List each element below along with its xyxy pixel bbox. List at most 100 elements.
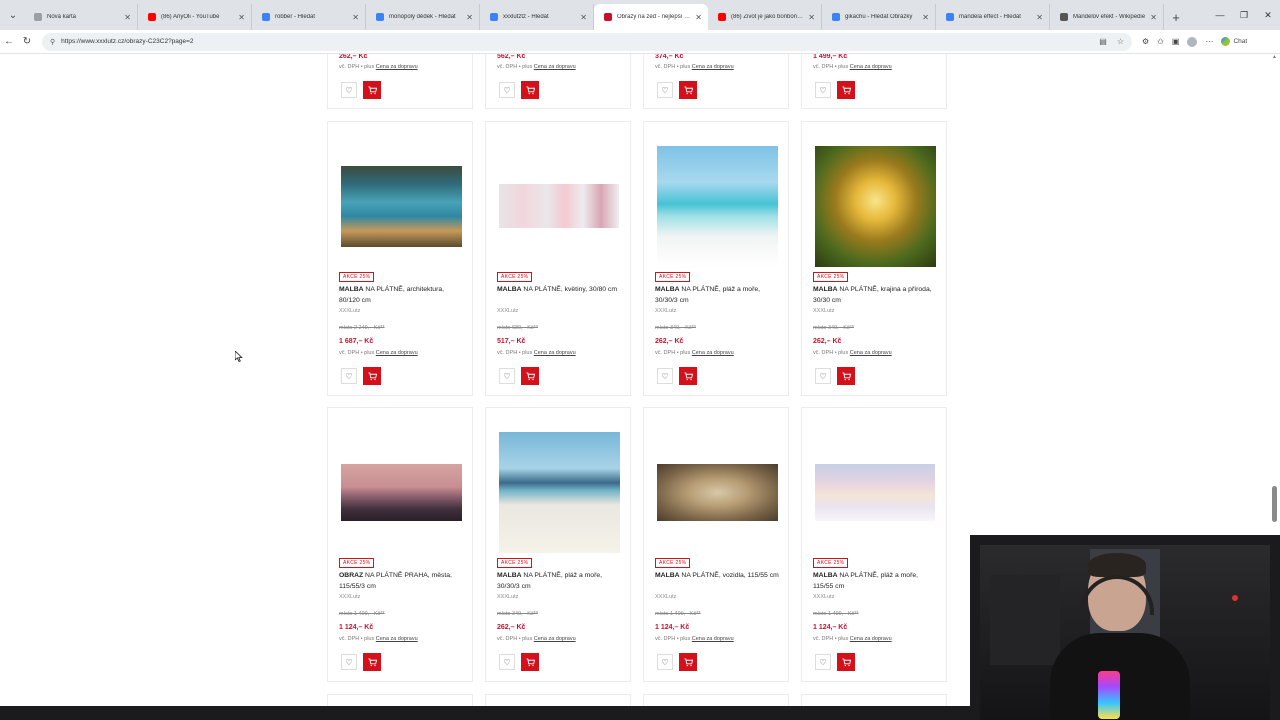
wishlist-button[interactable]: ♡ [657, 654, 673, 670]
wishlist-button[interactable]: ♡ [499, 368, 515, 384]
minimize-icon[interactable]: — [1208, 10, 1232, 20]
product-image[interactable] [656, 145, 778, 267]
product-image-area[interactable] [644, 145, 790, 267]
shipping-link[interactable]: Cena za dopravu [534, 350, 576, 356]
wishlist-button[interactable]: ♡ [815, 368, 831, 384]
product-image[interactable] [814, 145, 936, 267]
product-card[interactable] [801, 694, 947, 706]
shipping-link[interactable]: Cena za dopravu [692, 350, 734, 356]
add-to-cart-button[interactable] [679, 367, 697, 385]
shipping-link[interactable]: Cena za dopravu [534, 64, 576, 70]
product-name[interactable]: MALBA NA PLÁTNĚ, pláž a moře, 30/30/3 cm [655, 285, 781, 306]
product-card[interactable] [327, 694, 473, 706]
back-icon[interactable]: ← [0, 36, 18, 47]
product-card[interactable]: AKCE 25% OBRAZ NA PLÁTNĚ PRAHA, města, 11… [327, 407, 473, 682]
profile-avatar[interactable] [1187, 36, 1198, 47]
extensions-icon[interactable]: ⚙ [1142, 37, 1149, 46]
product-image-area[interactable] [644, 463, 790, 521]
browser-tab[interactable]: (86) AnyOli - YouTube ✕ [138, 4, 252, 30]
add-to-cart-button[interactable] [363, 653, 381, 671]
product-image[interactable] [340, 463, 462, 521]
browser-tab[interactable]: gikachu - Hledat Obrázky ✕ [822, 4, 936, 30]
tab-close-icon[interactable]: ✕ [580, 13, 587, 22]
add-to-cart-button[interactable] [837, 81, 855, 99]
tab-close-icon[interactable]: ✕ [922, 13, 929, 22]
new-tab-button[interactable]: + [1164, 4, 1188, 30]
product-name[interactable]: OBRAZ NA PLÁTNĚ PRAHA, města, 115/55/3 c… [339, 571, 465, 592]
browser-tab[interactable]: robber - Hledat ✕ [252, 4, 366, 30]
wishlist-button[interactable]: ♡ [657, 368, 673, 384]
add-to-cart-button[interactable] [521, 81, 539, 99]
tab-close-icon[interactable]: ✕ [124, 13, 131, 22]
product-card[interactable]: 562,– Kč vč. DPH • plus Cena za dopravu ♡ [485, 54, 631, 109]
product-name[interactable]: MALBA NA PLÁTNĚ, architektura, 80/120 cm [339, 285, 465, 306]
wishlist-button[interactable]: ♡ [657, 82, 673, 98]
browser-tab[interactable]: (86) Život je jako bonboniéra - YouTube✕ [708, 4, 822, 30]
product-image[interactable] [498, 431, 620, 553]
shipping-link[interactable]: Cena za dopravu [692, 64, 734, 70]
wishlist-button[interactable]: ♡ [499, 82, 515, 98]
product-name[interactable]: MALBA NA PLÁTNĚ, vozidla, 115/55 cm [655, 571, 781, 582]
product-image-area[interactable] [802, 145, 948, 267]
favorites-icon[interactable]: ✩ [1157, 37, 1164, 46]
product-image[interactable] [656, 463, 778, 521]
restore-icon[interactable]: ❐ [1232, 10, 1256, 21]
product-card[interactable]: 1 499,– Kč vč. DPH • plus Cena za dopravu… [801, 54, 947, 109]
product-image-area[interactable] [486, 431, 632, 553]
tab-close-icon[interactable]: ✕ [1150, 13, 1157, 22]
product-name[interactable]: MALBA NA PLÁTNĚ, pláž a moře, 115/55 cm [813, 571, 939, 592]
wishlist-button[interactable]: ♡ [341, 368, 357, 384]
shipping-link[interactable]: Cena za dopravu [376, 350, 418, 356]
add-to-cart-button[interactable] [363, 367, 381, 385]
add-to-cart-button[interactable] [363, 81, 381, 99]
add-to-cart-button[interactable] [837, 653, 855, 671]
tab-close-icon[interactable]: ✕ [352, 13, 359, 22]
menu-icon[interactable]: ⋯ [1205, 37, 1213, 46]
tab-close-icon[interactable]: ✕ [695, 13, 702, 22]
product-card[interactable]: AKCE 25% MALBA NA PLÁTNĚ, pláž a moře, 30… [643, 121, 789, 396]
browser-tab[interactable]: mandela effect - Hledat ✕ [936, 4, 1050, 30]
wishlist-button[interactable]: ♡ [341, 82, 357, 98]
shipping-link[interactable]: Cena za dopravu [692, 636, 734, 642]
shipping-link[interactable]: Cena za dopravu [850, 350, 892, 356]
product-image[interactable] [815, 463, 935, 521]
product-card[interactable]: AKCE 25% MALBA NA PLÁTNĚ, květiny, 30/80 … [485, 121, 631, 396]
bookmark-star-icon[interactable]: ☆ [1117, 37, 1124, 46]
product-image-area[interactable] [802, 463, 948, 521]
tab-close-icon[interactable]: ✕ [466, 13, 473, 22]
shipping-link[interactable]: Cena za dopravu [850, 64, 892, 70]
scrollbar-thumb[interactable] [1272, 486, 1277, 522]
tab-close-icon[interactable]: ✕ [238, 13, 245, 22]
product-card[interactable] [643, 694, 789, 706]
wishlist-button[interactable]: ♡ [815, 654, 831, 670]
product-image[interactable] [340, 165, 462, 247]
product-card[interactable]: AKCE 25% MALBA NA PLÁTNĚ, architektura, 8… [327, 121, 473, 396]
product-image-area[interactable] [486, 184, 632, 228]
browser-tab[interactable]: Nová karta ✕ [24, 4, 138, 30]
chat-button[interactable]: Chat [1221, 37, 1247, 46]
wishlist-button[interactable]: ♡ [815, 82, 831, 98]
close-window-icon[interactable]: ✕ [1256, 10, 1280, 21]
shipping-link[interactable]: Cena za dopravu [534, 636, 576, 642]
site-info-icon[interactable]: ⚲ [50, 38, 55, 46]
product-card[interactable]: AKCE 25% MALBA NA PLÁTNĚ, vozidla, 115/55… [643, 407, 789, 682]
browser-tab[interactable]: xxxlutztz - Hledat ✕ [480, 4, 594, 30]
product-name[interactable]: MALBA NA PLÁTNĚ, květiny, 30/80 cm [497, 285, 623, 296]
product-name[interactable]: MALBA NA PLÁTNĚ, pláž a moře, 30/30/3 cm [497, 571, 623, 592]
add-to-cart-button[interactable] [679, 81, 697, 99]
tab-close-icon[interactable]: ✕ [808, 13, 815, 22]
shipping-link[interactable]: Cena za dopravu [376, 64, 418, 70]
reader-icon[interactable]: ▤ [1099, 37, 1107, 46]
browser-tab[interactable]: monopoly dědek - Hledat ✕ [366, 4, 480, 30]
shipping-link[interactable]: Cena za dopravu [850, 636, 892, 642]
product-card[interactable]: 262,– Kč vč. DPH • plus Cena za dopravu ♡ [327, 54, 473, 109]
product-card[interactable]: AKCE 25% MALBA NA PLÁTNĚ, krajina a příro… [801, 121, 947, 396]
add-to-cart-button[interactable] [837, 367, 855, 385]
address-bar[interactable]: ⚲ https://www.xxxlutz.cz/obrazy-C23C2?pa… [42, 32, 1132, 51]
wishlist-button[interactable]: ♡ [341, 654, 357, 670]
add-to-cart-button[interactable] [679, 653, 697, 671]
product-image[interactable] [499, 184, 619, 228]
browser-tab[interactable]: Mandelův efekt - Wikipedie ✕ [1050, 4, 1164, 30]
wishlist-button[interactable]: ♡ [499, 654, 515, 670]
add-to-cart-button[interactable] [521, 367, 539, 385]
